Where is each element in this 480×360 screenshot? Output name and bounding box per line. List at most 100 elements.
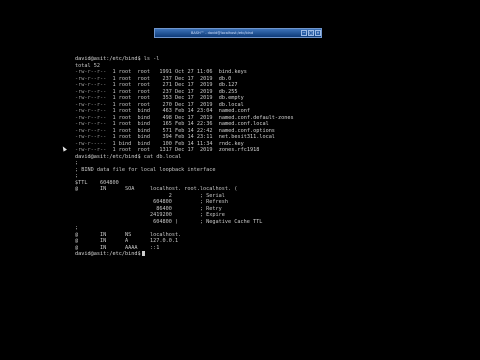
- command-text: ls -l: [143, 56, 160, 62]
- file-owner: root: [118, 82, 135, 88]
- file-name: rndc.key: [218, 140, 244, 147]
- file-date: Feb 14 23:04: [174, 108, 216, 114]
- file-name: zones.rfc1918: [218, 147, 260, 153]
- file-date: Feb 14 11:34: [174, 140, 216, 147]
- file-group: root: [137, 147, 154, 153]
- file-name: named.conf.local: [218, 121, 269, 127]
- file-owner: root: [118, 101, 135, 108]
- terminal-output[interactable]: david@asit:/etc/bind$ ls -l total 52 -rw…: [75, 56, 375, 274]
- file-owner: root: [118, 147, 135, 153]
- file-size: 353: [156, 95, 172, 101]
- mouse-pointer-icon: [61, 145, 67, 152]
- file-date: Dec 17 2019: [174, 95, 216, 101]
- file-date: Dec 17 2019: [174, 101, 216, 108]
- file-permissions: -rw-r--r--: [75, 127, 107, 134]
- file-size: 394: [156, 134, 172, 140]
- file-size: 237: [156, 88, 172, 95]
- file-size: 571: [156, 127, 172, 134]
- minimize-icon[interactable]: –: [301, 30, 307, 36]
- file-permissions: -rw-r--r--: [75, 88, 107, 95]
- file-group: bind: [137, 134, 154, 140]
- file-links: 1: [109, 121, 116, 127]
- file-date: Oct 27 11:06: [174, 69, 216, 75]
- file-name: db.127: [218, 82, 238, 88]
- file-name: net.besit311.local: [218, 134, 275, 140]
- file-links: 1: [109, 147, 116, 153]
- shell-prompt: david@asit:/etc/bind$: [75, 153, 141, 160]
- file-permissions: -rw-r--r--: [75, 101, 107, 108]
- maximize-icon[interactable]: □: [308, 30, 314, 36]
- file-owner: bind: [118, 140, 135, 147]
- file-size: 1991: [156, 69, 172, 75]
- file-owner: root: [118, 121, 135, 127]
- file-permissions: -rw-r--r--: [75, 108, 107, 114]
- file-group: root: [137, 95, 154, 101]
- file-date: Dec 17 2019: [174, 75, 216, 82]
- file-name: bind.keys: [218, 69, 247, 75]
- file-name: db.0: [218, 75, 232, 82]
- shell-prompt: david@asit:/etc/bind$: [75, 251, 141, 257]
- file-links: 1: [109, 140, 116, 147]
- file-permissions: -rw-r--r--: [75, 114, 107, 121]
- window-titlebar[interactable]: BASH™ - david@localhost:/etc/bind – □ ×: [154, 28, 322, 38]
- shell-prompt: david@asit:/etc/bind$: [75, 56, 141, 62]
- file-permissions: -rw-r--r--: [75, 95, 107, 101]
- file-name: db.local: [218, 101, 244, 108]
- window-title: BASH™ - david@localhost:/etc/bind: [191, 31, 254, 35]
- file-permissions: -rw-r--r--: [75, 121, 107, 127]
- file-group: bind: [137, 108, 154, 114]
- file-date: Feb 14 22:42: [174, 127, 216, 134]
- command-line-current[interactable]: david@asit:/etc/bind$: [75, 251, 375, 258]
- file-owner: root: [118, 108, 135, 114]
- file-date: Dec 17 2019: [174, 88, 216, 95]
- file-owner: root: [118, 75, 135, 82]
- file-name: db.255: [218, 88, 238, 95]
- file-name: named.conf: [218, 108, 250, 114]
- file-size: 463: [156, 108, 172, 114]
- file-permissions: -rw-r--r--: [75, 147, 107, 153]
- file-links: 1: [109, 108, 116, 114]
- file-links: 1: [109, 88, 116, 95]
- file-permissions: -rw-r--r--: [75, 134, 107, 140]
- file-group: root: [137, 88, 154, 95]
- ls-listing: -rw-r--r-- 1 root root 1991 Oct 27 11:06…: [75, 69, 375, 154]
- file-group: root: [137, 75, 154, 82]
- file-size: 165: [156, 121, 172, 127]
- file-group: root: [137, 101, 154, 108]
- file-links: 1: [109, 69, 116, 75]
- file-links: 1: [109, 75, 116, 82]
- file-size: 237: [156, 75, 172, 82]
- file-name: named.conf.default-zones: [218, 114, 294, 121]
- file-permissions: -rw-r--r--: [75, 69, 107, 75]
- file-name: db.empty: [218, 95, 244, 101]
- file-links: 1: [109, 114, 116, 121]
- file-owner: root: [118, 114, 135, 121]
- file-date: Feb 14 22:36: [174, 121, 216, 127]
- file-permissions: -rw-r-----: [75, 140, 107, 147]
- file-size: 1317: [156, 147, 172, 153]
- file-links: 1: [109, 134, 116, 140]
- file-size: 271: [156, 82, 172, 88]
- file-date: Dec 17 2019: [174, 82, 216, 88]
- file-group: bind: [137, 114, 154, 121]
- file-owner: root: [118, 69, 135, 75]
- file-group: root: [137, 69, 154, 75]
- file-links: 1: [109, 95, 116, 101]
- file-group: bind: [137, 127, 154, 134]
- file-links: 1: [109, 101, 116, 108]
- file-name: named.conf.options: [218, 127, 275, 134]
- file-owner: root: [118, 127, 135, 134]
- file-permissions: -rw-r--r--: [75, 75, 107, 82]
- file-owner: root: [118, 95, 135, 101]
- file-group: root: [137, 82, 154, 88]
- file-links: 1: [109, 82, 116, 88]
- close-icon[interactable]: ×: [315, 30, 321, 36]
- command-text: cat db.local: [143, 153, 182, 160]
- file-group: bind: [137, 140, 154, 147]
- file-owner: root: [118, 134, 135, 140]
- file-group: bind: [137, 121, 154, 127]
- file-size: 270: [156, 101, 172, 108]
- zone-file-content: ;; BIND data file for local loopback int…: [75, 160, 375, 251]
- text-cursor: [141, 251, 145, 256]
- file-size: 100: [156, 140, 172, 147]
